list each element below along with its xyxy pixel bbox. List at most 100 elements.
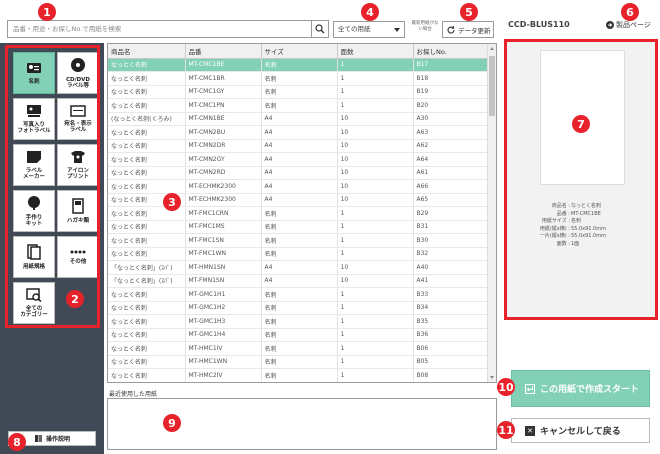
table-cell: MT-CMC1BE [185, 58, 262, 72]
table-row[interactable]: なっとく名刺 MT-HMC1WN 名刺 1 B05 [108, 355, 490, 369]
table-row[interactable]: なっとく名刺 MT-CMN2DR A4 10 A62 [108, 139, 490, 153]
table-row[interactable]: なっとく名刺 MT-FMC1MS 名刺 1 B31 [108, 220, 490, 234]
table-cell: なっとく名刺 [108, 314, 186, 329]
table-row[interactable]: なっとく名刺 MT-ECHMK2300 A4 10 A66 [108, 179, 490, 194]
category-label: 手作り キット [25, 215, 43, 227]
table-row[interactable]: 「なっとく名刺」(ｽﾊﾟ) MT-FMN1SN A4 10 A41 [108, 274, 490, 288]
table-cell: なっとく名刺 [108, 382, 185, 383]
table-cell: A4 [261, 152, 338, 167]
iron-print-icon [70, 150, 86, 166]
category-button[interactable]: 手作り キット [13, 190, 55, 232]
scroll-up-icon[interactable] [490, 47, 494, 50]
paper-info-value: MT-CMC1BE [571, 210, 601, 217]
table-cell: 名刺 [261, 85, 338, 99]
category-button[interactable]: 全ての カテゴリー [13, 282, 55, 324]
column-header[interactable]: 面数 [337, 44, 414, 59]
table-cell: なっとく名刺 [108, 125, 186, 140]
product-page-link[interactable]: 製品ページ [606, 20, 651, 30]
table-cell: A61 [413, 166, 490, 180]
label-maker-icon [26, 150, 42, 166]
table-cell: MT-CMC1BR [185, 71, 262, 86]
table-cell: B20 [413, 98, 490, 113]
table-row[interactable]: なっとく名刺 MT-CMC1BR 名刺 1 B18 [108, 71, 490, 86]
paper-info-row: 商品名 : なっとく名刺 [533, 203, 653, 211]
table-cell: B19 [413, 85, 490, 99]
category-label: 全ての カテゴリー [20, 306, 48, 318]
table-cell: なっとく名刺 [108, 71, 186, 86]
recent-papers-label: 最近使用した用紙 [109, 391, 158, 398]
table-row[interactable]: なっとく名刺 MT-GMC1H3 名刺 1 B35 [108, 314, 490, 329]
data-update-button[interactable]: データ更新 [442, 21, 494, 38]
column-header[interactable]: 品番 [185, 44, 262, 59]
table-row[interactable]: なっとく名刺 MT-GMC1H2 名刺 1 B34 [108, 301, 490, 315]
category-button[interactable]: 名刺 [13, 52, 55, 94]
table-cell: B07 [413, 382, 489, 383]
table-cell: 名刺 [261, 382, 337, 383]
scroll-down-icon[interactable] [490, 376, 494, 379]
table-cell: B08 [413, 368, 490, 382]
category-label: アイロン プリント [66, 168, 89, 180]
table-cell: MT-HMC1IV [185, 341, 262, 356]
table-row[interactable]: なっとく名刺 MT-CMC1BE 名刺 1 B17 [108, 58, 490, 72]
category-button[interactable]: ハガキ類 [57, 190, 99, 232]
category-button[interactable]: ラベル メーカー [13, 144, 55, 186]
table-row[interactable]: なっとく名刺 MT-CMC1GY 名刺 1 B19 [108, 85, 490, 99]
column-header[interactable]: サイズ [261, 44, 338, 59]
category-button[interactable]: 宛名・表示 ラベル [57, 98, 99, 140]
table-cell: MT-HMC1WN [185, 355, 262, 369]
table-cell: B17 [413, 58, 490, 72]
paper-standard-icon [27, 244, 41, 262]
category-button[interactable]: アイロン プリント [57, 144, 99, 186]
table-row[interactable]: なっとく名刺 MT-HMC2IV 名刺 1 B08 [108, 368, 490, 382]
search-input[interactable]: 品番・用途・お探しNo.で用紙を検索 [8, 21, 311, 37]
table-cell: B31 [413, 220, 490, 234]
table-row[interactable]: なっとく名刺 MT-FMC1SN 名刺 1 B30 [108, 233, 490, 248]
table-scrollbar[interactable] [487, 44, 496, 382]
table-cell: A4 [261, 179, 338, 194]
table-cell: MT-GMC1H3 [185, 314, 262, 329]
category-button[interactable]: 用紙規格 [13, 236, 55, 278]
table-cell: 名刺 [261, 287, 338, 302]
paper-info-key: 用紙サイズ : [541, 218, 570, 224]
category-button[interactable]: その他 [57, 236, 99, 278]
table-cell: A66 [413, 179, 490, 194]
table-row[interactable]: なっとく名刺 MT-CMN2RD A4 10 A61 [108, 166, 490, 180]
table-cell: B32 [413, 247, 490, 261]
search-button[interactable] [311, 21, 328, 37]
table-row[interactable]: なっとく名刺 MT-CMC1PN 名刺 1 B20 [108, 98, 490, 113]
table-row[interactable]: なっとく名刺MT-HMC2WN名刺1B07 [108, 382, 489, 383]
table-cell: 名刺 [261, 220, 338, 234]
table-row[interactable]: なっとく名刺 MT-CMN2BU A4 10 A63 [108, 125, 490, 140]
table-cell: 1 [337, 301, 414, 315]
table-cell: A62 [413, 139, 490, 153]
table-cell: なっとく名刺 [108, 301, 186, 315]
table-row[interactable]: なっとく名刺 MT-GMC1H4 名刺 1 B36 [108, 328, 490, 342]
table-row[interactable]: なっとく名刺 MT-FMC1WN 名刺 1 B32 [108, 247, 490, 261]
category-label: その他 [69, 259, 87, 265]
column-header[interactable]: お探しNo. [413, 44, 490, 59]
table-row[interactable]: なっとく名刺 MT-GMC1H1 名刺 1 B33 [108, 287, 490, 302]
table-cell: MT-FMN1SN [185, 274, 262, 288]
close-icon: ✕ [525, 425, 535, 436]
paper-info-key: 一片(縦x横) : [539, 233, 570, 239]
table-cell: A64 [413, 152, 490, 167]
category-button[interactable]: CD/DVD ラベル等 [57, 52, 99, 94]
cancel-button[interactable]: ✕ キャンセルして戻る [511, 418, 650, 443]
business-card-icon [26, 61, 42, 77]
table-row[interactable]: なっとく名刺 MT-HMC1IV 名刺 1 B06 [108, 341, 490, 356]
start-with-paper-button[interactable]: この用紙で作成スタート [511, 370, 650, 407]
scroll-thumb[interactable] [489, 56, 495, 116]
table-row[interactable]: なっとく名刺 MT-CMN2GY A4 10 A64 [108, 152, 490, 167]
paper-filter-select[interactable]: 全ての用紙 [333, 21, 405, 38]
paper-info-row: 用紙サイズ : 名刺 [533, 218, 653, 226]
table-row[interactable]: 「なっとく名刺」(ｽﾊﾟ) MT-HMN1SN A4 10 A40 [108, 260, 490, 275]
category-button[interactable]: 写真入り フォトラベル [13, 98, 55, 140]
table-cell: 名刺 [261, 301, 338, 315]
table-cell: B18 [413, 71, 490, 86]
table-cell: MT-FMC1SN [185, 233, 262, 248]
search-box[interactable]: 品番・用途・お探しNo.で用紙を検索 [7, 20, 329, 38]
refresh-icon [447, 25, 455, 34]
table-cell: B33 [413, 287, 490, 302]
table-row[interactable]: (なっとく名刺(くろみ) MT-CMN1BE A4 10 A30 [108, 112, 490, 126]
column-header[interactable]: 商品名 [108, 44, 186, 59]
